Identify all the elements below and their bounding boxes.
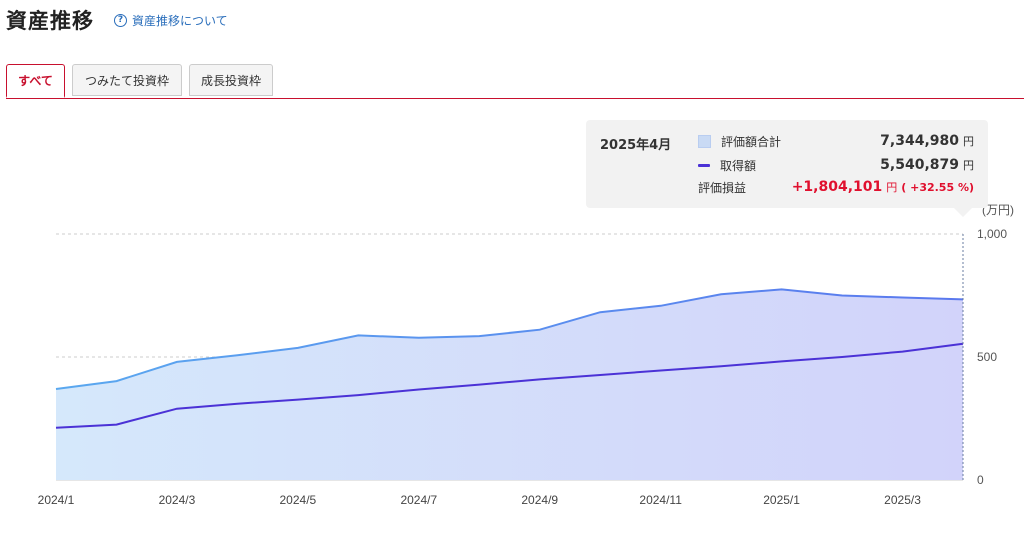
x-tick-label: 2025/3 (884, 493, 921, 507)
tooltip-cost-label: 取得額 (720, 158, 757, 173)
tooltip-row-valuation: 評価額合計 7,344,980 円 (698, 131, 974, 151)
cost-legend-swatch (698, 163, 710, 167)
tooltip-gain-unit: 円 (886, 181, 898, 194)
y-tick-label: 1,000 (977, 227, 1007, 241)
tooltip-valuation-label: 評価額合計 (721, 134, 782, 149)
x-tick-label: 2024/5 (280, 493, 317, 507)
tooltip-gain-value: +1,804,101 (791, 179, 883, 195)
tooltip-cost-unit: 円 (963, 159, 974, 172)
x-tick-label: 2024/11 (639, 493, 682, 507)
x-tick-label: 2024/7 (400, 493, 437, 507)
valuation-area (56, 289, 963, 480)
tooltip-gain-pct: ( +32.55 %) (901, 180, 974, 194)
tooltip-row-cost: 取得額 5,540,879 円 (698, 155, 974, 175)
tooltip-valuation-unit: 円 (963, 135, 974, 148)
x-tick-label: 2024/3 (159, 493, 196, 507)
valuation-legend-swatch (698, 134, 711, 148)
tooltip-cost-value: 5,540,879 (880, 157, 959, 173)
y-tick-label: 0 (977, 473, 984, 487)
tooltip-valuation-value: 7,344,980 (880, 133, 959, 149)
tooltip-pointer (954, 208, 972, 217)
chart-tooltip: 2025年4月 評価額合計 7,344,980 円 取得額 5,540,879 … (586, 120, 988, 217)
y-tick-label: 500 (977, 350, 997, 364)
x-tick-label: 2024/9 (521, 493, 558, 507)
x-tick-label: 2024/1 (38, 493, 75, 507)
asset-chart: 05001,000(万円)2024/1 2024/3 2024/5 2024/7 202… (38, 203, 1014, 507)
tooltip-row-gain: 評価損益 +1,804,101 円 ( +32.55 %) (698, 177, 974, 197)
tooltip-month: 2025年4月 (600, 138, 672, 153)
x-tick-label: 2025/1 (763, 493, 800, 507)
tooltip-gain-label: 評価損益 (698, 180, 747, 195)
